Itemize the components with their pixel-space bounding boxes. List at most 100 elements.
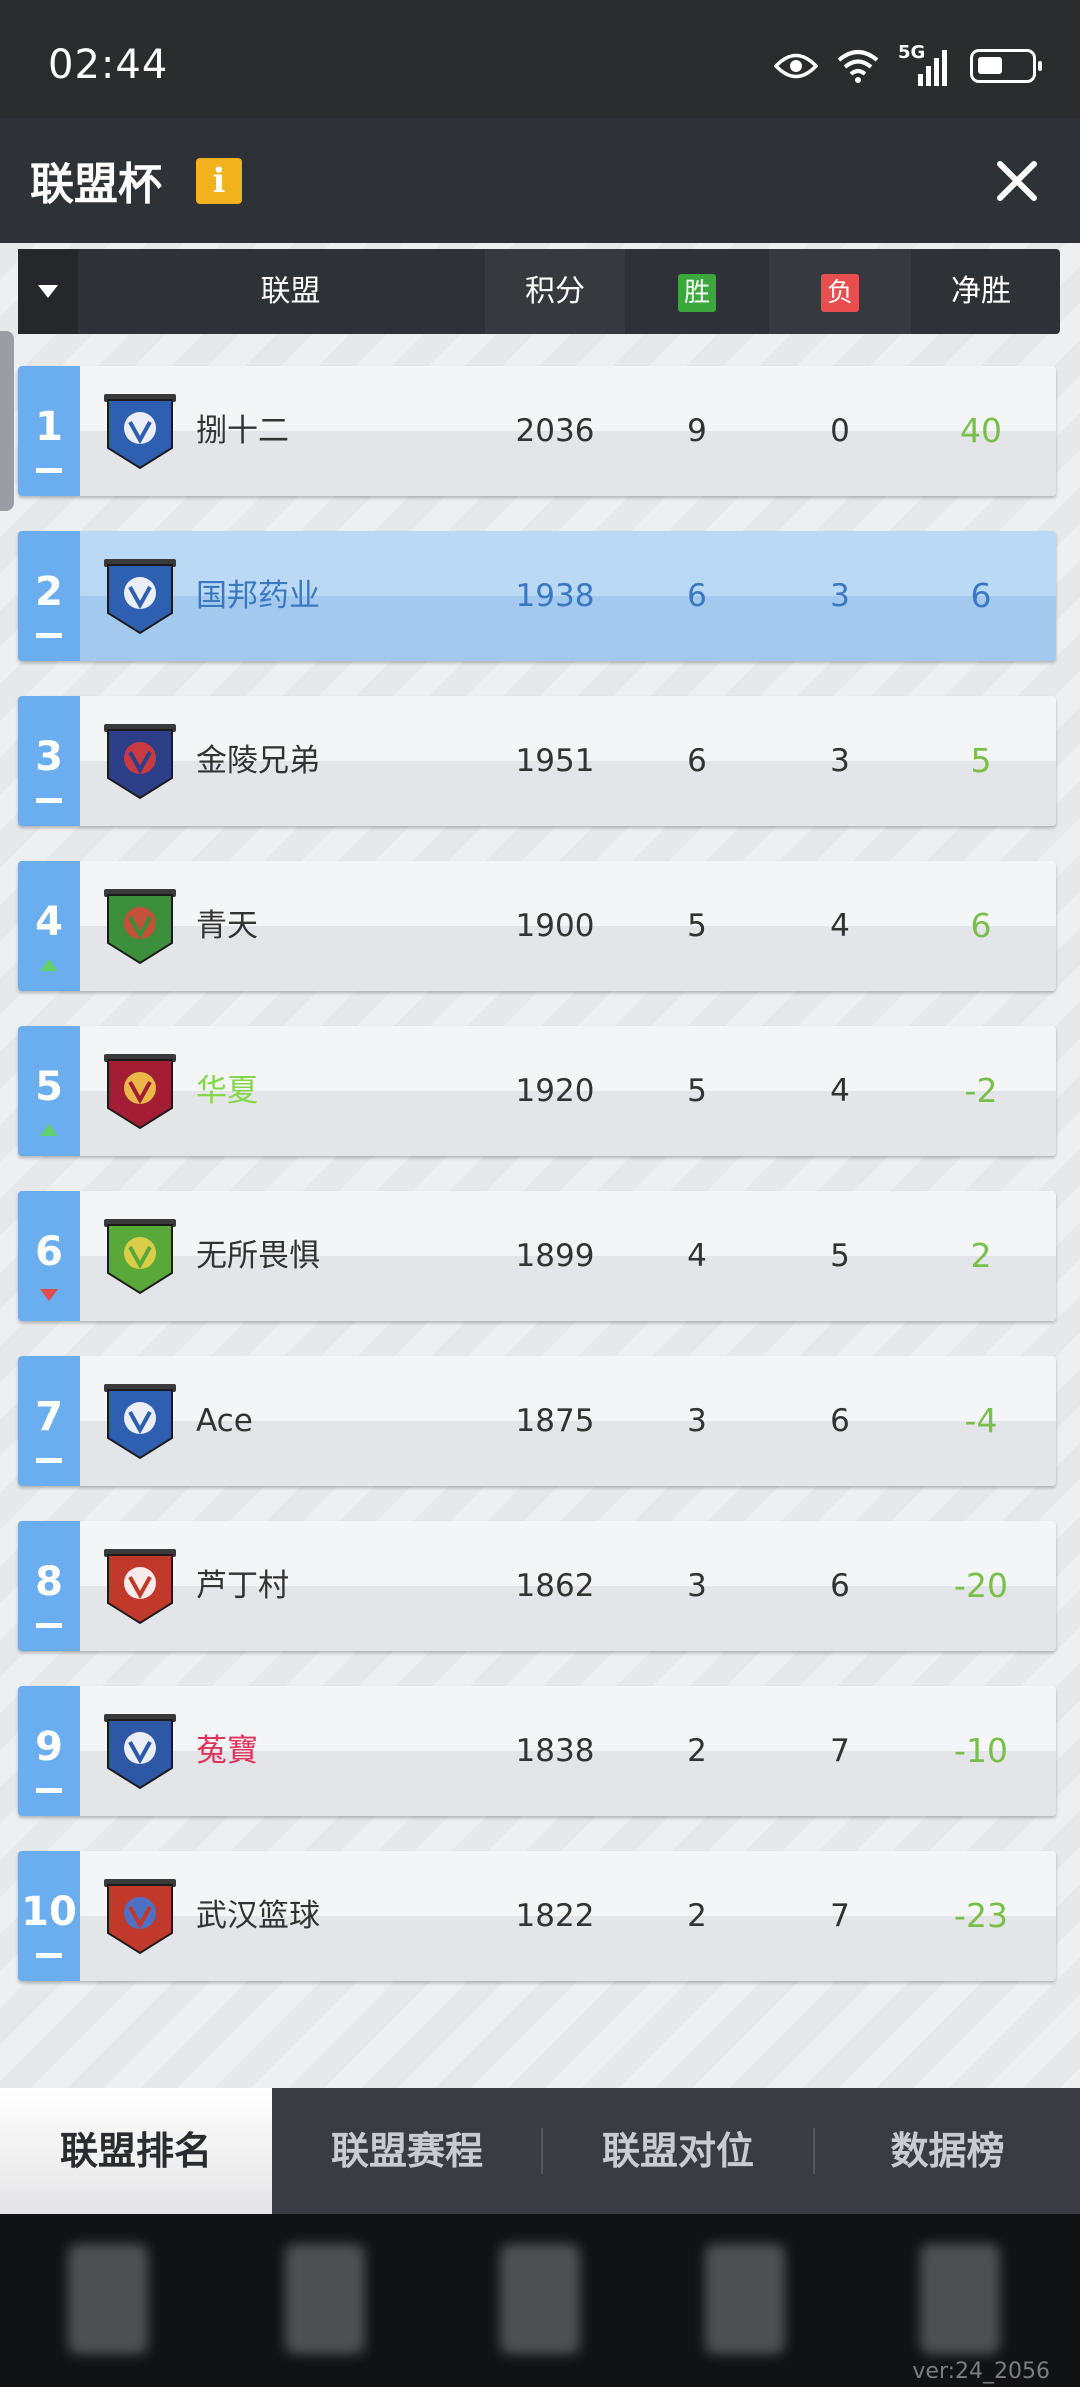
tab-alliance-ranking[interactable]: 联盟排名 — [0, 2088, 272, 2214]
header-net[interactable]: 净胜 — [911, 249, 1051, 334]
alliance-logo-icon — [104, 889, 176, 965]
net-value: 40 — [960, 411, 1002, 450]
rank-number: 2 — [35, 569, 63, 615]
rank-number: 10 — [21, 1889, 77, 1935]
rank-number: 4 — [35, 899, 63, 945]
trend-same-icon — [36, 633, 62, 638]
dropdown-triangle-icon — [38, 285, 58, 298]
version-label: ver:24_2056 — [912, 2359, 1050, 2384]
status-time: 02:44 — [48, 42, 169, 88]
points-value: 1838 — [515, 1733, 595, 1769]
eye-icon — [774, 53, 818, 79]
info-icon[interactable]: i — [196, 158, 242, 204]
rank-number: 3 — [35, 734, 63, 780]
points-value: 1899 — [515, 1238, 595, 1274]
status-bar: 02:44 5G — [0, 0, 1080, 118]
points-value: 1822 — [515, 1898, 595, 1934]
alliance-name[interactable]: 菟寶 — [196, 1686, 258, 1816]
rank-number: 8 — [35, 1559, 63, 1605]
table-row[interactable]: 3 金陵兄弟 1951 6 3 5 — [18, 696, 1056, 826]
page-title: 联盟杯 — [30, 159, 162, 210]
header-points[interactable]: 积分 — [485, 249, 625, 334]
alliance-name[interactable]: 芦丁村 — [196, 1521, 289, 1651]
tab-alliance-schedule[interactable]: 联盟赛程 — [272, 2088, 542, 2214]
net-value: -10 — [954, 1731, 1008, 1770]
trend-same-icon — [36, 468, 62, 473]
battery-icon — [970, 49, 1042, 83]
rank-number: 9 — [35, 1724, 63, 1770]
header-wins[interactable]: 胜 — [625, 249, 769, 334]
wins-value: 5 — [687, 908, 707, 944]
alliance-name[interactable]: 无所畏惧 — [196, 1191, 320, 1321]
table-row[interactable]: 6 无所畏惧 1899 4 5 2 — [18, 1191, 1056, 1321]
alliance-logo-icon — [104, 1879, 176, 1955]
wins-value: 9 — [687, 413, 707, 449]
net-value: -4 — [964, 1401, 998, 1440]
rank-cell: 3 — [18, 696, 80, 826]
network-type: 5G — [898, 42, 926, 63]
alliance-name[interactable]: 华夏 — [196, 1026, 258, 1156]
trend-same-icon — [36, 1788, 62, 1793]
blurred-nav-icon — [68, 2244, 148, 2354]
rank-number: 7 — [35, 1394, 63, 1440]
wins-badge: 胜 — [678, 273, 716, 312]
bottom-tab-bar: 联盟排名 联盟赛程 联盟对位 数据榜 — [0, 2088, 1080, 2214]
net-value: -23 — [954, 1896, 1008, 1935]
net-value: 5 — [970, 741, 992, 780]
trend-up-icon — [40, 959, 58, 971]
losses-badge: 负 — [821, 273, 859, 312]
header-alliance[interactable]: 联盟 — [78, 249, 503, 334]
points-value: 2036 — [515, 413, 595, 449]
losses-value: 4 — [830, 1073, 850, 1109]
sort-toggle-button[interactable] — [18, 249, 78, 334]
losses-value: 5 — [830, 1238, 850, 1274]
wins-value: 3 — [687, 1568, 707, 1604]
net-value: 2 — [970, 1236, 992, 1275]
rank-cell: 1 — [18, 366, 80, 496]
table-row[interactable]: 7 Ace 1875 3 6 -4 — [18, 1356, 1056, 1486]
alliance-name[interactable]: 青天 — [196, 861, 258, 991]
wins-value: 3 — [687, 1403, 707, 1439]
table-row[interactable]: 8 芦丁村 1862 3 6 -20 — [18, 1521, 1056, 1651]
net-value: 6 — [970, 906, 992, 945]
alliance-name[interactable]: 金陵兄弟 — [196, 696, 320, 826]
alliance-name[interactable]: 国邦药业 — [196, 531, 320, 661]
rank-cell: 8 — [18, 1521, 80, 1651]
alliance-logo-icon — [104, 1219, 176, 1295]
alliance-name[interactable]: 武汉篮球 — [196, 1851, 320, 1981]
losses-value: 7 — [830, 1898, 850, 1934]
trend-same-icon — [36, 1458, 62, 1463]
wins-value: 5 — [687, 1073, 707, 1109]
rank-cell: 10 — [18, 1851, 80, 1981]
rank-cell: 9 — [18, 1686, 80, 1816]
blurred-nav-icon — [285, 2244, 365, 2354]
points-value: 1938 — [515, 578, 595, 614]
table-row[interactable]: 9 菟寶 1838 2 7 -10 — [18, 1686, 1056, 1816]
rank-cell: 5 — [18, 1026, 80, 1156]
drawer-handle[interactable] — [0, 331, 14, 511]
alliance-logo-icon — [104, 394, 176, 470]
alliance-name[interactable]: 捌十二 — [196, 366, 289, 496]
table-row[interactable]: 4 青天 1900 5 4 6 — [18, 861, 1056, 991]
table-row[interactable]: 2 国邦药业 1938 6 3 6 — [18, 531, 1056, 661]
points-value: 1900 — [515, 908, 595, 944]
rank-cell: 6 — [18, 1191, 80, 1321]
rank-cell: 4 — [18, 861, 80, 991]
table-row[interactable]: 10 武汉篮球 1822 2 7 -23 — [18, 1851, 1056, 1981]
wifi-icon — [837, 50, 879, 83]
losses-value: 4 — [830, 908, 850, 944]
background-nav: ver:24_2056 — [0, 2214, 1080, 2387]
tab-stats-board[interactable]: 数据榜 — [815, 2088, 1080, 2214]
losses-value: 3 — [830, 578, 850, 614]
table-row[interactable]: 5 华夏 1920 5 4 -2 — [18, 1026, 1056, 1156]
table-row[interactable]: 1 捌十二 2036 9 0 40 — [18, 366, 1056, 496]
wins-value: 4 — [687, 1238, 707, 1274]
losses-value: 6 — [830, 1568, 850, 1604]
header-losses[interactable]: 负 — [769, 249, 911, 334]
blurred-nav-icon — [500, 2244, 580, 2354]
alliance-name[interactable]: Ace — [196, 1356, 253, 1486]
close-icon[interactable] — [992, 156, 1042, 206]
wins-value: 6 — [687, 743, 707, 779]
blurred-nav-icon — [920, 2244, 1000, 2354]
tab-alliance-matchup[interactable]: 联盟对位 — [543, 2088, 813, 2214]
